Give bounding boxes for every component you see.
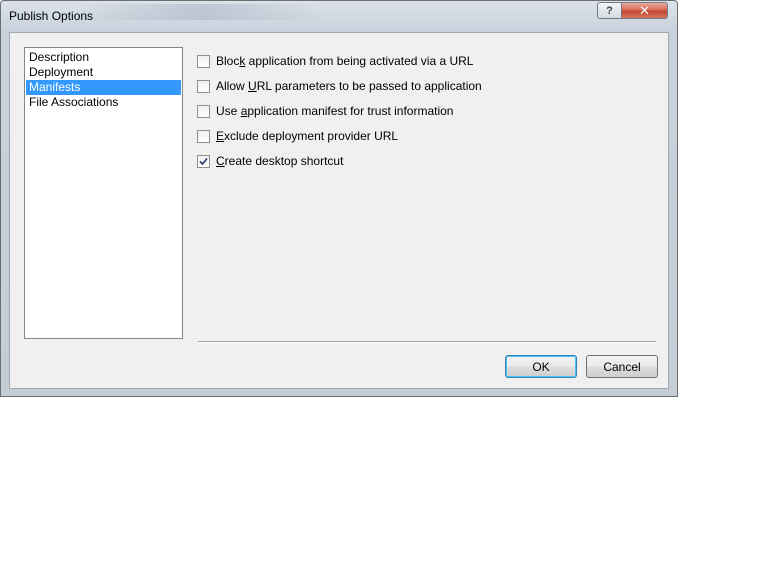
- exclude-provider-url-option[interactable]: Exclude deployment provider URL: [197, 128, 398, 144]
- publish-options-dialog: Publish Options ? ✕ Description Deployme…: [0, 0, 678, 397]
- window-title: Publish Options: [9, 9, 94, 23]
- ok-button[interactable]: OK: [505, 355, 577, 378]
- list-item-manifests[interactable]: Manifests: [26, 80, 181, 95]
- create-desktop-shortcut-label: Create desktop shortcut: [216, 154, 344, 168]
- create-desktop-shortcut-option[interactable]: Create desktop shortcut: [197, 153, 343, 169]
- title-bar[interactable]: Publish Options ? ✕: [1, 1, 677, 31]
- close-button[interactable]: ✕: [621, 2, 668, 19]
- list-item-description[interactable]: Description: [26, 50, 181, 65]
- list-item-file-associations[interactable]: File Associations: [26, 95, 181, 110]
- help-icon: ?: [606, 4, 613, 17]
- exclude-provider-url-label: Exclude deployment provider URL: [216, 129, 399, 143]
- allow-url-parameters-checkbox[interactable]: [197, 79, 210, 93]
- block-activation-label: Block application from being activated v…: [216, 54, 474, 68]
- use-app-manifest-checkbox[interactable]: [197, 104, 210, 118]
- create-desktop-shortcut-checkbox[interactable]: [197, 154, 210, 168]
- block-activation-checkbox[interactable]: [197, 54, 210, 68]
- help-button[interactable]: ?: [597, 2, 622, 19]
- block-activation-option[interactable]: Block application from being activated v…: [197, 53, 473, 69]
- checkmark-icon: [199, 157, 208, 165]
- use-app-manifest-option[interactable]: Use application manifest for trust infor…: [197, 103, 453, 119]
- allow-url-parameters-option[interactable]: Allow URL parameters to be passed to app…: [197, 78, 482, 94]
- cancel-button[interactable]: Cancel: [586, 355, 658, 378]
- list-item-deployment[interactable]: Deployment: [26, 65, 181, 80]
- dialog-content: Description Deployment Manifests File As…: [9, 32, 669, 389]
- category-list[interactable]: Description Deployment Manifests File As…: [24, 47, 183, 339]
- allow-url-parameters-label: Allow URL parameters to be passed to app…: [216, 79, 482, 93]
- background-window-ghost: [81, 4, 321, 20]
- use-app-manifest-label: Use application manifest for trust infor…: [216, 104, 454, 118]
- close-icon: ✕: [639, 2, 650, 18]
- separator: [198, 341, 656, 343]
- exclude-provider-url-checkbox[interactable]: [197, 129, 210, 143]
